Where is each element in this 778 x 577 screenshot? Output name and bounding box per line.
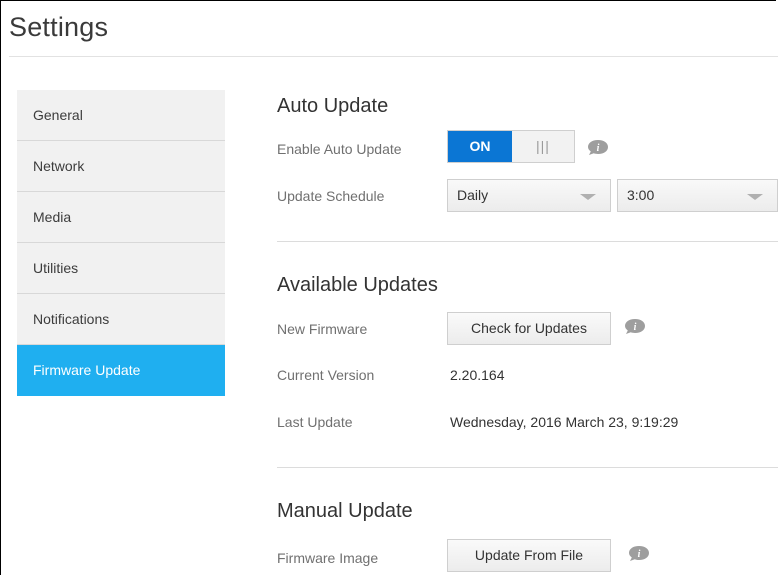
update-schedule-label: Update Schedule [277,188,385,204]
last-update-label: Last Update [277,414,353,430]
sidebar-item-media[interactable]: Media [17,192,225,243]
toggle-on-state: ON [448,131,512,162]
new-firmware-label: New Firmware [277,321,368,337]
info-icon[interactable]: i [628,545,650,562]
auto-update-heading: Auto Update [277,95,389,117]
manual-update-heading: Manual Update [277,500,413,522]
sidebar-item-utilities[interactable]: Utilities [17,243,225,294]
info-icon[interactable]: i [587,139,609,156]
svg-text:i: i [597,143,600,154]
enable-auto-update-label: Enable Auto Update [277,141,402,157]
info-icon[interactable]: i [624,318,646,335]
current-version-value: 2.20.164 [450,367,505,383]
sidebar-item-network[interactable]: Network [17,141,225,192]
section-divider [277,241,778,242]
update-schedule-value: Daily [457,187,489,203]
settings-sidebar: General Network Media Utilities Notifica… [17,90,225,396]
chevron-down-icon [747,194,763,200]
title-divider [9,56,778,57]
toggle-off-grip: ||| [536,138,550,154]
sidebar-item-notifications[interactable]: Notifications [17,294,225,345]
update-from-file-button[interactable]: Update From File [447,539,611,572]
update-time-value: 3:00 [627,187,655,203]
svg-text:i: i [634,322,637,333]
current-version-label: Current Version [277,367,375,383]
auto-update-toggle[interactable]: ON ||| [447,130,575,163]
sidebar-item-label: General [33,107,83,123]
sidebar-item-label: Utilities [33,260,79,276]
update-schedule-select[interactable]: Daily [447,179,611,212]
sidebar-item-label: Notifications [33,311,110,327]
available-updates-heading: Available Updates [277,274,438,296]
sidebar-item-label: Firmware Update [33,362,141,378]
sidebar-item-label: Media [33,209,72,225]
sidebar-item-general[interactable]: General [17,90,225,141]
svg-text:i: i [638,549,641,560]
page-title: Settings [9,12,109,42]
check-for-updates-button[interactable]: Check for Updates [447,312,611,345]
firmware-image-label: Firmware Image [277,550,379,566]
last-update-value: Wednesday, 2016 March 23, 9:19:29 [450,414,679,430]
section-divider [277,467,778,468]
update-time-select[interactable]: 3:00 [617,179,778,212]
sidebar-item-firmware-update[interactable]: Firmware Update [17,345,225,396]
chevron-down-icon [580,194,596,200]
sidebar-item-label: Network [33,158,85,174]
